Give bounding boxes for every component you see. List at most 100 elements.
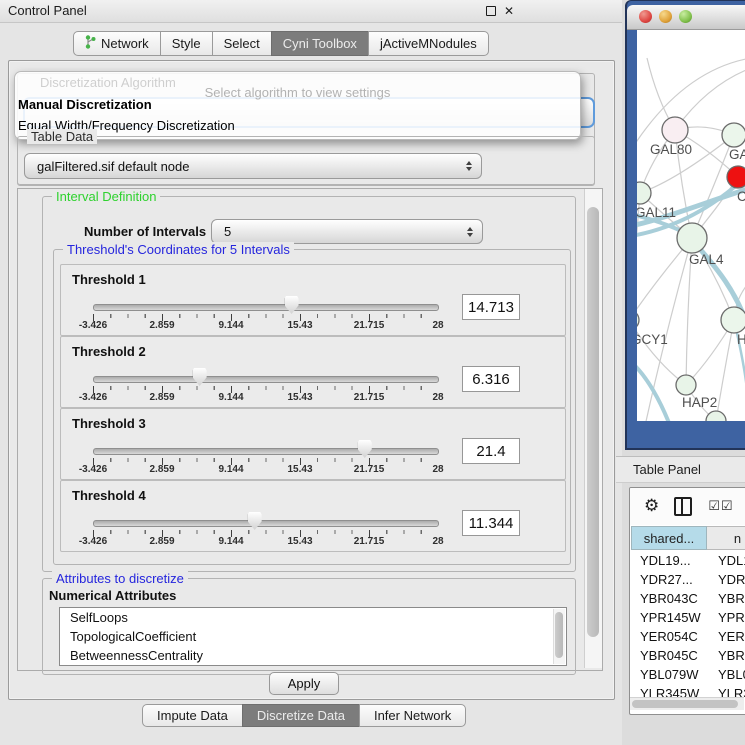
threshold-value-field[interactable]: 6.316	[462, 366, 520, 392]
network-node-ga[interactable]	[722, 123, 745, 147]
threshold-label: Threshold 3	[72, 416, 146, 431]
table-horizontal-scrollbar[interactable]	[630, 697, 744, 710]
scale-tick-label: 9.144	[218, 464, 243, 475]
threshold-panel-2: Threshold 2 -3.4262.8599.14415.4321.71528…	[60, 336, 566, 408]
slider-scale-labels: -3.4262.8599.14415.4321.71528	[93, 320, 438, 332]
table-row[interactable]: YBR045CYBR0	[631, 646, 745, 665]
tab-label: Select	[224, 36, 260, 51]
tab-label: Impute Data	[157, 708, 228, 723]
network-view-window[interactable]: GAL80GACGAL11GAL4GCY1HHAP2	[625, 0, 745, 450]
scale-tick-label: 2.859	[149, 392, 174, 403]
network-node-h[interactable]	[721, 307, 745, 333]
scale-tick-label: 15.43	[287, 536, 312, 547]
slider-track[interactable]	[93, 304, 439, 311]
slider-track[interactable]	[93, 376, 439, 383]
threshold-label: Threshold 2	[72, 344, 146, 359]
slider-scale-labels: -3.4262.8599.14415.4321.71528	[93, 464, 438, 476]
tab-style[interactable]: Style	[160, 31, 213, 56]
attribute-list-item[interactable]: SelfLoops	[60, 608, 566, 627]
network-edge[interactable]	[637, 362, 671, 421]
network-node[interactable]	[706, 411, 726, 421]
cell-shared-name: YLR345W	[631, 684, 707, 697]
tab-discretize-data[interactable]: Discretize Data	[242, 704, 360, 727]
table-row[interactable]: YBL079WYBL0	[631, 665, 745, 684]
cell-shared-name: YER054C	[631, 627, 707, 646]
zoom-traffic-light-icon[interactable]	[679, 10, 692, 23]
cell-name: YDR2	[707, 570, 745, 589]
slider-thumb[interactable]	[193, 368, 207, 386]
close-icon[interactable]: ✕	[504, 5, 514, 17]
table-row[interactable]: YBR043CYBR0	[631, 589, 745, 608]
close-traffic-light-icon[interactable]	[639, 10, 652, 23]
scale-tick-label: -3.426	[79, 392, 107, 403]
numerical-attributes-list[interactable]: SelfLoopsTopologicalCoefficientBetweenne…	[59, 607, 567, 666]
network-node-gal4[interactable]	[677, 223, 707, 253]
network-node-c[interactable]	[727, 166, 745, 188]
settings-vertical-scrollbar[interactable]	[584, 189, 602, 668]
column-header-shared-name[interactable]: shared...	[631, 526, 707, 550]
network-edge[interactable]	[675, 68, 745, 130]
slider-thumb[interactable]	[285, 296, 299, 314]
column-header-name[interactable]: n	[707, 526, 745, 550]
tab-network[interactable]: Network	[73, 31, 161, 56]
slider-thumb[interactable]	[358, 440, 372, 458]
node-label: GCY1	[637, 332, 668, 347]
gear-icon[interactable]: ⚙	[644, 498, 659, 515]
table-row[interactable]: YLR345WYLR3	[631, 684, 745, 697]
number-of-intervals-spinner[interactable]: 5	[211, 219, 483, 244]
node-label: HAP2	[682, 395, 717, 410]
scale-tick-label: 21.715	[354, 464, 385, 475]
scale-tick-label: 2.859	[149, 536, 174, 547]
combo-stepper-icon[interactable]	[466, 161, 472, 171]
checkbox-icon[interactable]: ☑	[721, 500, 733, 513]
scale-tick-label: 21.715	[354, 392, 385, 403]
cell-name: YDL1	[707, 551, 745, 570]
apply-button[interactable]: Apply	[269, 672, 339, 695]
checkbox-icon[interactable]: ☑	[708, 500, 720, 513]
table-data-combobox[interactable]: galFiltered.sif default node	[24, 153, 482, 179]
network-node-hap2[interactable]	[676, 375, 696, 395]
table-row[interactable]: YPR145WYPR1	[631, 608, 745, 627]
attribute-list-item[interactable]: TopologicalCoefficient	[60, 627, 566, 646]
attribute-list-item[interactable]: BetweennessCentrality	[60, 646, 566, 665]
minimize-traffic-light-icon[interactable]	[659, 10, 672, 23]
tab-jactivemnodules[interactable]: jActiveMNodules	[368, 31, 489, 56]
network-node-gcy1[interactable]	[637, 310, 639, 330]
top-tab-bar: NetworkStyle Select Cyni ToolboxjActiveMNo…	[74, 31, 489, 56]
threshold-value-field[interactable]: 21.4	[462, 438, 520, 464]
network-window-titlebar[interactable]	[627, 5, 745, 30]
table-row[interactable]: YDL19...YDL1	[631, 551, 745, 570]
network-node-gal80[interactable]	[662, 117, 688, 143]
threshold-value-field[interactable]: 14.713	[462, 294, 520, 320]
float-window-icon[interactable]	[486, 6, 496, 16]
table-row[interactable]: YDR27...YDR2	[631, 570, 745, 589]
tab-infer-network[interactable]: Infer Network	[359, 704, 466, 727]
network-canvas[interactable]: GAL80GACGAL11GAL4GCY1HHAP2	[637, 30, 745, 421]
scale-tick-label: -3.426	[79, 320, 107, 331]
cell-name: YPR1	[707, 608, 745, 627]
spinner-stepper-icon[interactable]	[467, 227, 473, 237]
scale-tick-label: 28	[432, 320, 443, 331]
tab-label: Discretize Data	[257, 708, 345, 723]
table-row[interactable]: YER054CYER0	[631, 627, 745, 646]
scale-tick-label: 15.43	[287, 464, 312, 475]
algorithm-option-manual[interactable]: Manual Discretization	[18, 97, 152, 112]
scale-tick-label: 21.715	[354, 536, 385, 547]
scale-tick-label: 9.144	[218, 536, 243, 547]
table-panel-header: Table Panel	[616, 456, 745, 483]
control-panel: Control Panel ✕ NetworkStyleSelectCyni T…	[0, 0, 622, 745]
slider-thumb[interactable]	[248, 512, 262, 530]
cell-shared-name: YBR043C	[631, 589, 707, 608]
attributes-scrollbar[interactable]	[553, 609, 565, 664]
slider-track[interactable]	[93, 520, 439, 527]
scale-tick-label: 2.859	[149, 320, 174, 331]
columns-icon[interactable]	[674, 497, 692, 516]
slider-scale-labels: -3.4262.8599.14415.4321.71528	[93, 536, 438, 548]
tab-select[interactable]: Select	[212, 31, 272, 56]
threshold-value-field[interactable]: 11.344	[462, 510, 520, 536]
tab-impute-data[interactable]: Impute Data	[142, 704, 243, 727]
slider-scale-labels: -3.4262.8599.14415.4321.71528	[93, 392, 438, 404]
scale-tick-label: 9.144	[218, 320, 243, 331]
slider-track[interactable]	[93, 448, 439, 455]
tab-cyni-toolbox[interactable]: Cyni Toolbox	[271, 31, 369, 56]
